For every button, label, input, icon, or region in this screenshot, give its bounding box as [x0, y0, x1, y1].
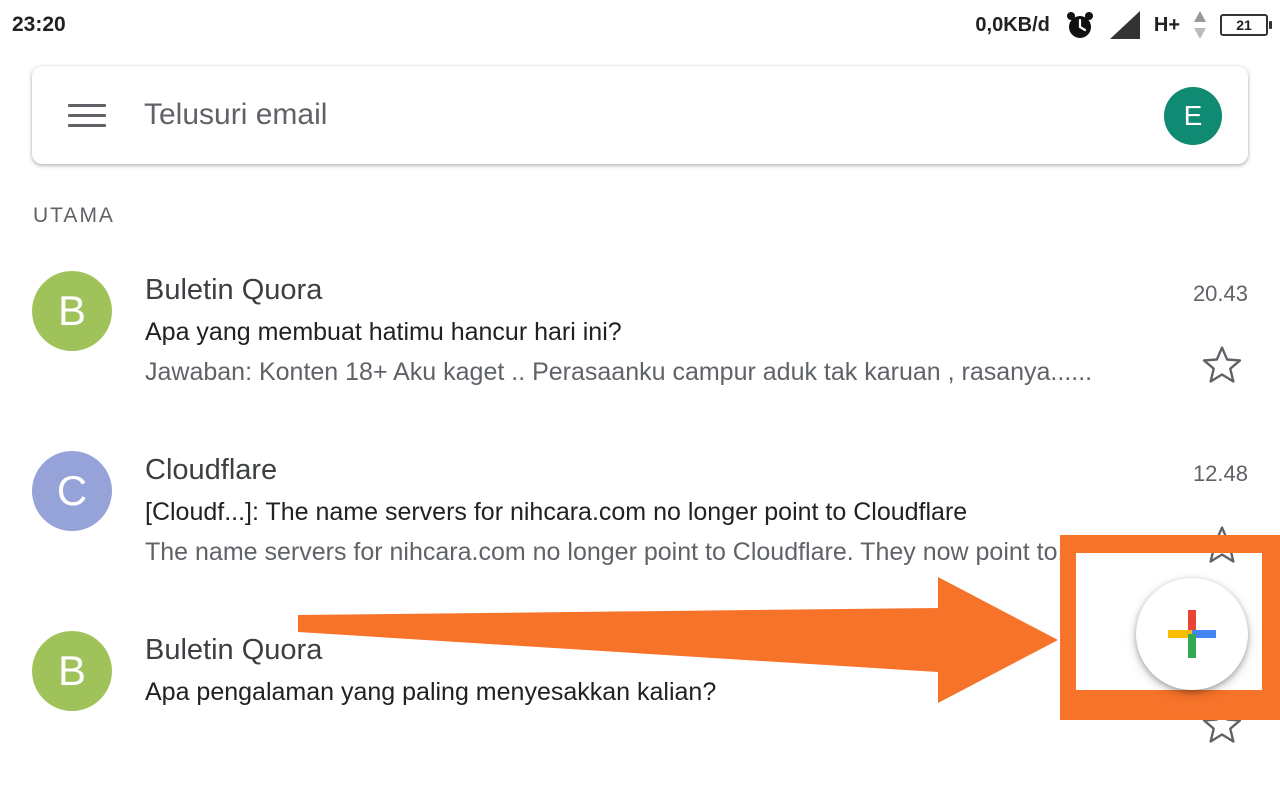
search-input[interactable]	[144, 92, 1044, 138]
email-snippet: The name servers for nihcara.com no long…	[145, 538, 1079, 566]
status-right: 0,0KB/d H+ 21	[975, 8, 1272, 42]
signal-icon	[1109, 11, 1140, 39]
sender-avatar: B	[32, 271, 112, 351]
star-icon[interactable]	[1200, 343, 1244, 387]
battery-icon: 21	[1220, 14, 1272, 36]
email-sender: Cloudflare	[145, 454, 278, 486]
email-subject: Apa yang membuat hatimu hancur hari ini?	[145, 318, 622, 346]
compose-button[interactable]	[1136, 578, 1248, 690]
email-subject: Apa pengalaman yang paling menyesakkan k…	[145, 678, 717, 706]
compose-plus-icon	[1168, 610, 1216, 658]
sender-avatar: C	[32, 451, 112, 531]
email-time: 12.48	[1192, 461, 1248, 486]
network-type: H+	[1153, 13, 1180, 36]
data-arrows-icon	[1194, 11, 1206, 39]
email-time: 20.43	[1192, 281, 1248, 306]
email-subject: [Cloudf...]: The name servers for nihcar…	[145, 498, 968, 526]
sender-avatar: B	[32, 631, 112, 711]
email-row[interactable]: C Cloudflare [Cloudf...]: The name serve…	[0, 451, 1280, 631]
email-row[interactable]: B Buletin Quora Apa yang membuat hatimu …	[0, 271, 1280, 451]
hamburger-menu-icon[interactable]	[68, 104, 106, 128]
email-snippet: Jawaban: Konten 18+ Aku kaget .. Perasaa…	[145, 358, 1093, 386]
data-speed: 0,0KB/d	[975, 13, 1050, 36]
email-sender: Buletin Quora	[145, 274, 323, 306]
alarm-icon	[1066, 12, 1093, 38]
status-time: 23:20	[12, 13, 66, 36]
email-sender: Buletin Quora	[145, 634, 323, 666]
status-bar: 23:20 0,0KB/d H+ 21	[0, 0, 1280, 50]
email-row[interactable]: B Buletin Quora Apa pengalaman yang pali…	[0, 631, 1280, 811]
account-avatar[interactable]: E	[1164, 87, 1222, 145]
star-icon[interactable]	[1200, 523, 1244, 567]
search-bar: E	[32, 66, 1248, 164]
section-label-primary: UTAMA	[33, 204, 115, 227]
star-icon[interactable]	[1200, 703, 1244, 747]
